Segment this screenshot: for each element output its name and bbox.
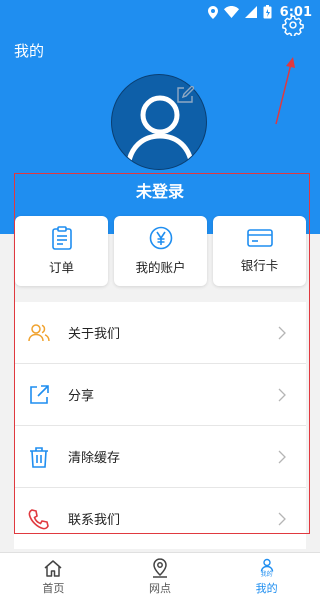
menu-item-clear-cache[interactable]: 清除缓存 <box>14 426 306 488</box>
nav-branches[interactable]: 网点 <box>107 553 214 600</box>
share-icon <box>30 384 49 404</box>
edit-icon[interactable] <box>176 86 194 104</box>
user-icon <box>260 558 273 572</box>
bank-card-icon <box>246 229 273 247</box>
gear-icon <box>282 15 304 36</box>
bank-card-card-label: 银行卡 <box>240 258 279 273</box>
nav-mine-mini-label: 我的 <box>260 571 273 578</box>
chevron-right-icon <box>278 512 286 525</box>
location-icon <box>207 5 218 19</box>
menu-item-contact-label: 联系我们 <box>68 513 121 528</box>
menu-item-share[interactable]: 分享 <box>14 364 306 426</box>
settings-menu-list: 关于我们 分享 清除缓存 联系我们 <box>14 302 306 549</box>
yen-circle-icon <box>149 226 172 250</box>
status-bar: 6:01 <box>0 0 320 24</box>
settings-button[interactable] <box>280 12 306 38</box>
menu-item-clear-cache-label: 清除缓存 <box>68 451 121 466</box>
clipboard-icon <box>51 226 72 250</box>
chevron-right-icon <box>278 450 286 463</box>
menu-item-about-label: 关于我们 <box>68 327 121 342</box>
orders-card[interactable]: 订单 <box>15 216 108 286</box>
location-pin-icon <box>153 558 167 578</box>
bottom-nav: 首页 网点 我的 我的 <box>0 552 320 600</box>
nav-branches-label: 网点 <box>149 582 171 595</box>
chevron-right-icon <box>278 326 286 339</box>
home-icon <box>44 559 62 577</box>
account-card-label: 我的账户 <box>135 260 186 275</box>
wifi-icon <box>223 6 239 18</box>
trash-icon <box>30 446 48 468</box>
account-card[interactable]: 我的账户 <box>114 216 207 286</box>
users-icon <box>28 323 50 341</box>
battery-icon <box>263 5 272 19</box>
profile-screen: 6:01 我的 未登录 订单 我的账户 银行卡 关于我们 分享 清除缓存 联系我… <box>0 0 320 600</box>
menu-item-share-label: 分享 <box>68 389 95 404</box>
nav-mine[interactable]: 我的 我的 <box>213 553 320 600</box>
menu-item-about[interactable]: 关于我们 <box>14 302 306 364</box>
signal-icon <box>244 6 257 18</box>
page-title: 我的 <box>14 42 45 60</box>
nav-home[interactable]: 首页 <box>0 553 107 600</box>
phone-icon <box>28 508 49 529</box>
menu-item-contact[interactable]: 联系我们 <box>14 488 306 549</box>
login-status[interactable]: 未登录 <box>0 178 320 202</box>
chevron-right-icon <box>278 388 286 401</box>
orders-card-label: 订单 <box>48 260 74 275</box>
nav-mine-label: 我的 <box>255 582 278 595</box>
nav-home-label: 首页 <box>42 581 65 595</box>
bank-card-card[interactable]: 银行卡 <box>213 216 306 286</box>
